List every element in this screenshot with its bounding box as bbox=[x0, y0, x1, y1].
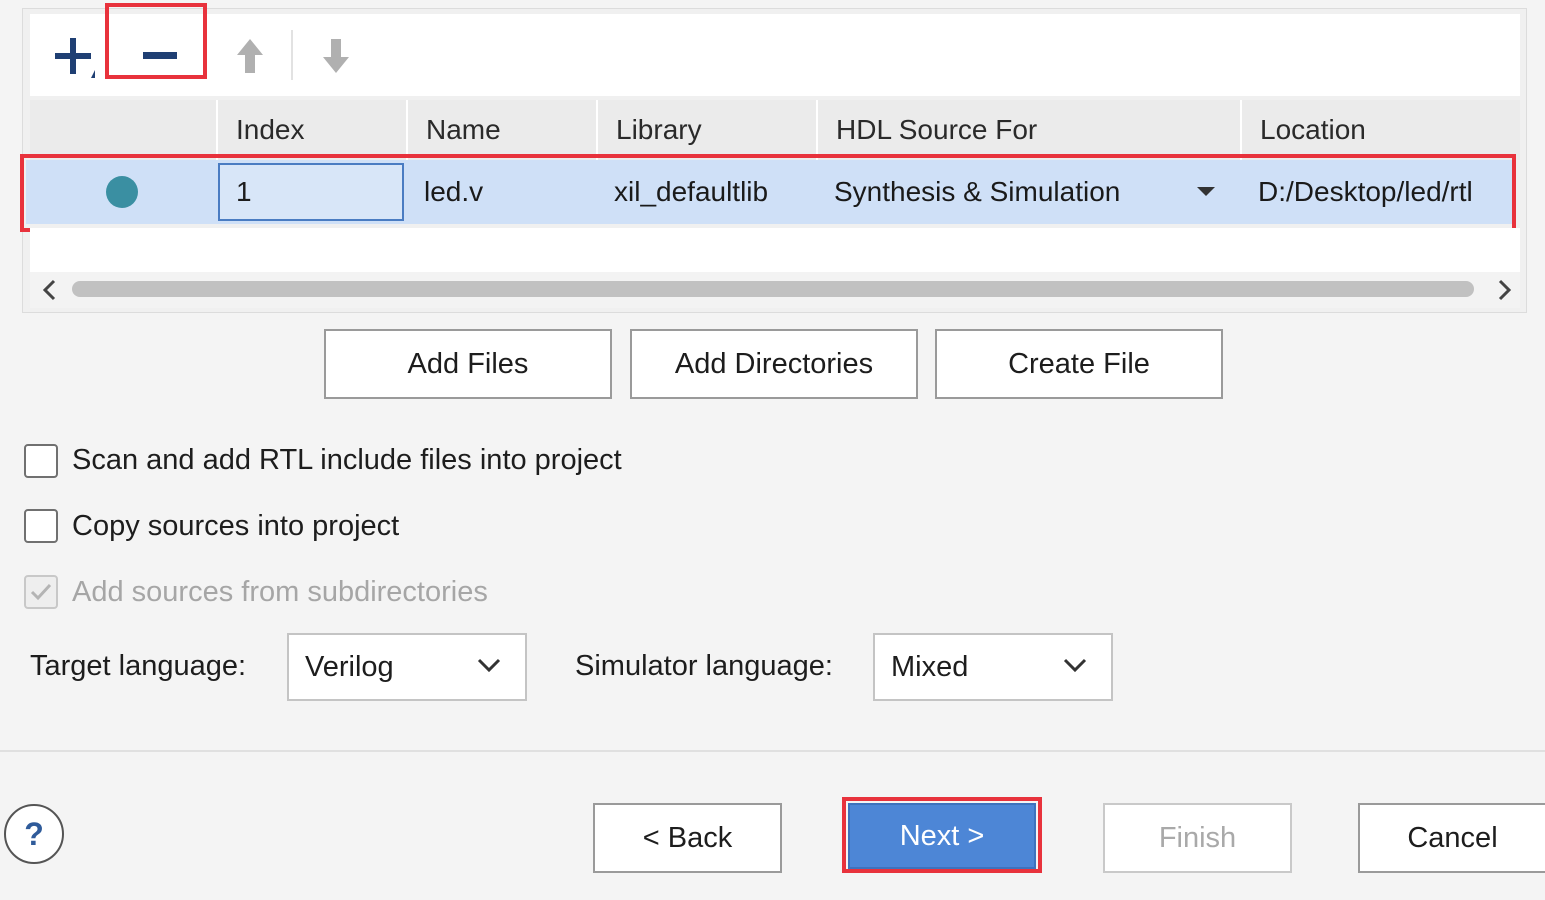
target-language-value: Verilog bbox=[305, 650, 394, 683]
add-subdirectories-label: Add sources from subdirectories bbox=[72, 575, 488, 608]
move-up-button[interactable] bbox=[228, 34, 272, 78]
chevron-down-icon bbox=[477, 658, 501, 673]
arrow-up-icon bbox=[237, 39, 263, 73]
add-directories-button[interactable]: Add Directories bbox=[630, 329, 918, 399]
back-button[interactable]: < Back bbox=[593, 803, 782, 873]
add-files-button[interactable]: Add Files bbox=[324, 329, 612, 399]
column-header-index[interactable]: Index bbox=[216, 100, 406, 160]
column-header-location[interactable]: Location bbox=[1240, 100, 1520, 160]
help-button[interactable]: ? bbox=[4, 804, 64, 864]
row-highlight bbox=[20, 154, 1516, 232]
add-subdirectories-checkbox bbox=[24, 575, 58, 609]
plus-icon bbox=[55, 38, 95, 78]
simulator-language-label: Simulator language: bbox=[575, 649, 833, 682]
scan-rtl-label: Scan and add RTL include files into proj… bbox=[72, 443, 622, 476]
checkmark-icon bbox=[30, 583, 52, 601]
move-down-button[interactable] bbox=[314, 34, 358, 78]
cancel-button[interactable]: Cancel bbox=[1358, 803, 1545, 873]
create-file-button[interactable]: Create File bbox=[935, 329, 1223, 399]
scan-rtl-checkbox[interactable] bbox=[24, 444, 58, 478]
copy-sources-checkbox[interactable] bbox=[24, 509, 58, 543]
arrow-down-icon bbox=[323, 39, 349, 73]
scrollbar-thumb[interactable] bbox=[72, 281, 1474, 297]
column-header-hdl-source-for[interactable]: HDL Source For bbox=[816, 100, 1240, 160]
target-language-select[interactable]: Verilog bbox=[287, 633, 527, 701]
footer-divider bbox=[0, 750, 1545, 752]
scroll-left-icon[interactable] bbox=[32, 274, 66, 306]
simulator-language-value: Mixed bbox=[891, 650, 969, 683]
table-empty-area bbox=[30, 228, 1520, 272]
copy-sources-label: Copy sources into project bbox=[72, 509, 400, 542]
column-header-library[interactable]: Library bbox=[596, 100, 816, 160]
chevron-down-icon bbox=[1063, 658, 1087, 673]
remove-button-highlight bbox=[105, 3, 207, 79]
toolbar-separator bbox=[291, 30, 293, 80]
simulator-language-select[interactable]: Mixed bbox=[873, 633, 1113, 701]
column-header-name[interactable]: Name bbox=[406, 100, 596, 160]
target-language-label: Target language: bbox=[30, 649, 247, 682]
finish-button: Finish bbox=[1103, 803, 1292, 873]
next-button-highlight bbox=[842, 797, 1042, 873]
column-header-status[interactable] bbox=[30, 100, 218, 160]
add-source-button[interactable] bbox=[48, 30, 98, 82]
scroll-right-icon[interactable] bbox=[1488, 274, 1522, 306]
